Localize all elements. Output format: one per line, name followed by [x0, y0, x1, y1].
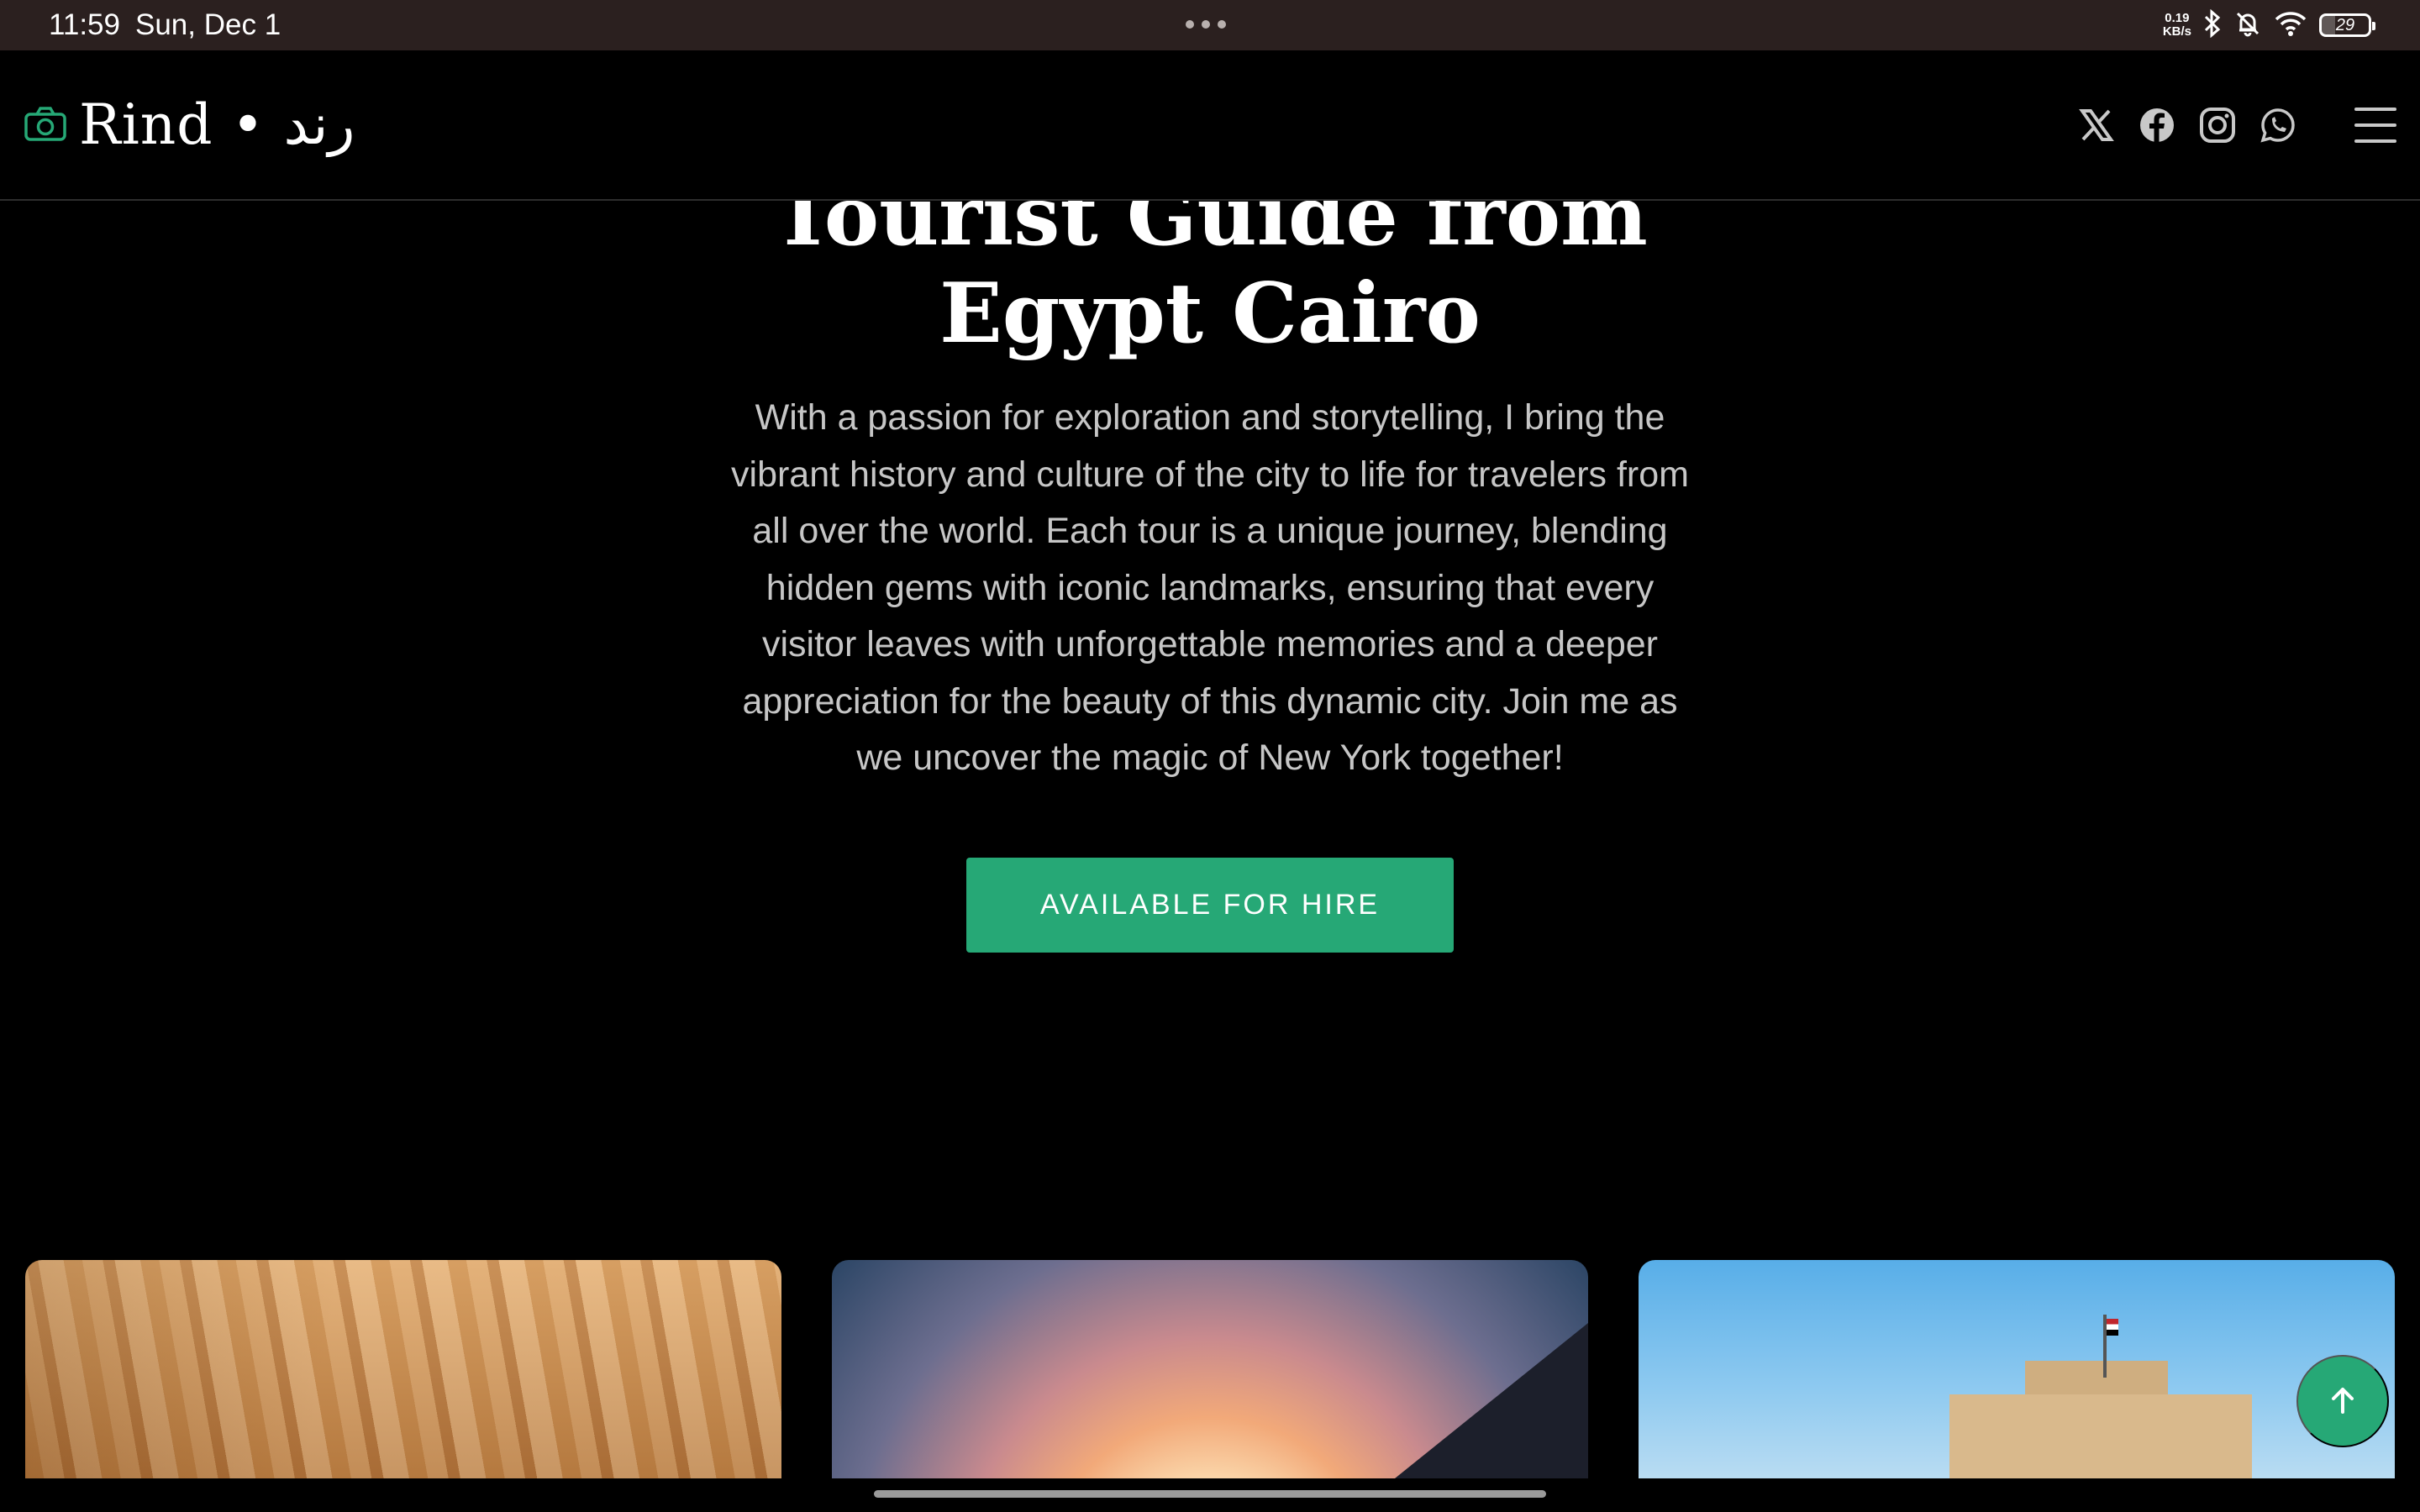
- network-speed: 0.19 KB/s: [2163, 12, 2191, 39]
- pyramid-sunset-photo[interactable]: [832, 1260, 1588, 1478]
- battery-icon: 29: [2319, 13, 2375, 37]
- brand-name: Rind • رند: [79, 92, 355, 157]
- site-header: Rind • رند: [0, 50, 2420, 201]
- wifi-icon: [2274, 10, 2307, 40]
- network-speed-value: 0.19: [2165, 11, 2190, 25]
- hero-section: Tourist Guide from Egypt Cairo With a pa…: [0, 168, 2420, 953]
- photo-gallery: [25, 1260, 2395, 1478]
- bluetooth-icon: [2203, 8, 2222, 41]
- x-icon[interactable]: [2077, 106, 2116, 144]
- status-more-dots-icon[interactable]: [1186, 20, 1226, 29]
- citadel-building: [1949, 1361, 2252, 1478]
- egypt-flag: [2107, 1319, 2118, 1336]
- status-icons: 0.19 KB/s 29: [2163, 8, 2375, 41]
- hamburger-menu-icon[interactable]: [2354, 107, 2396, 143]
- back-to-top-button[interactable]: [2296, 1355, 2389, 1447]
- instagram-icon[interactable]: [2198, 106, 2237, 144]
- citadel-photo[interactable]: [1639, 1260, 2395, 1478]
- pyramid-silhouette: [1395, 1323, 1588, 1478]
- arrow-up-icon: [2326, 1383, 2360, 1420]
- camera-icon: [24, 105, 67, 145]
- hero-description: With a passion for exploration and story…: [731, 397, 1689, 778]
- battery-level: 29: [2335, 15, 2355, 34]
- status-date: Sun, Dec 1: [135, 8, 281, 41]
- status-time: 11:59: [49, 8, 120, 41]
- gesture-navigation-bar[interactable]: [874, 1490, 1546, 1498]
- status-time-date: 11:59 Sun, Dec 1: [49, 8, 281, 42]
- network-speed-unit: KB/s: [2162, 24, 2191, 39]
- brand-logo[interactable]: Rind • رند: [24, 92, 355, 157]
- social-links: [2077, 106, 2396, 144]
- available-for-hire-button[interactable]: AVAILABLE FOR HIRE: [966, 857, 1454, 953]
- desert-cliffs-photo[interactable]: [25, 1260, 781, 1478]
- bell-muted-icon: [2233, 9, 2262, 41]
- facebook-icon[interactable]: [2138, 106, 2176, 144]
- whatsapp-icon[interactable]: [2259, 106, 2297, 144]
